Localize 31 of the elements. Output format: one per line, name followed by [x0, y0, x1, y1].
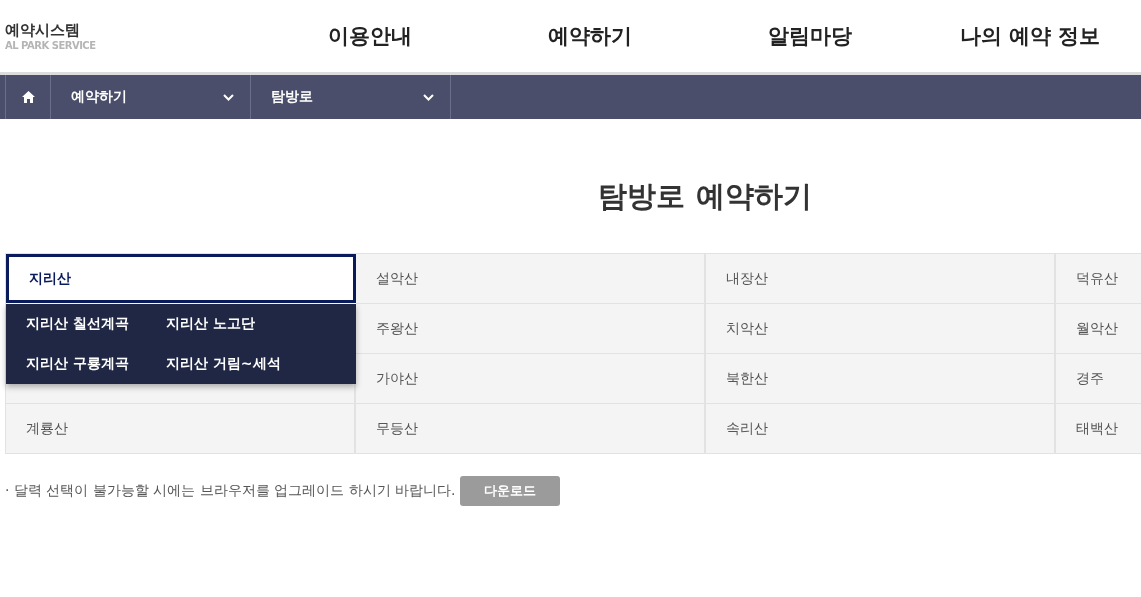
nav-link[interactable]: 알림마당 [700, 22, 920, 50]
breadcrumb-dropdown[interactable]: 탐방로 [251, 75, 451, 119]
notice-text: · 달력 선택이 불가능할 시에는 브라우저를 업그레이드 하시기 바랍니다. [5, 482, 456, 500]
mountain-tab[interactable]: 지리산 [6, 254, 356, 303]
trail-link[interactable]: 지리산 노고단 [166, 315, 346, 333]
mountain-tab[interactable]: 치악산 [706, 304, 1056, 354]
mountain-tab[interactable]: 경주 [1056, 354, 1141, 404]
nav-link[interactable]: 나의 예약 정보 [920, 22, 1140, 50]
home-icon[interactable] [21, 91, 35, 103]
logo-subtitle: AL PARK SERVICE [5, 40, 97, 51]
page-heading: 탐방로 예약하기 [597, 178, 813, 215]
breadcrumb-dropdown[interactable]: 예약하기 [51, 75, 251, 119]
mountain-tab[interactable]: 무등산 [356, 404, 706, 454]
mountain-tab[interactable]: 태백산 [1056, 404, 1141, 454]
logo-title: 예약시스템 [5, 21, 81, 40]
chevron-down-icon [223, 93, 234, 101]
mountain-tab[interactable]: 월악산 [1056, 304, 1141, 354]
mountain-tab[interactable]: 계룡산 [6, 404, 356, 454]
mountain-tab[interactable]: 북한산 [706, 354, 1056, 404]
trail-link[interactable]: 지리산 거림~세석 [166, 355, 346, 373]
chevron-down-icon [423, 93, 434, 101]
mountain-tab[interactable]: 내장산 [706, 254, 1056, 304]
nav-link[interactable]: 예약하기 [480, 22, 700, 50]
mountain-tab[interactable]: 속리산 [706, 404, 1056, 454]
trail-link[interactable]: 지리산 구룡계곡 [26, 355, 166, 373]
mountain-tab[interactable]: 설악산 [356, 254, 706, 304]
mountain-tab[interactable]: 가야산 [356, 354, 706, 404]
trail-link[interactable]: 지리산 칠선계곡 [26, 315, 166, 333]
mountain-tab[interactable]: 덕유산 [1056, 254, 1141, 304]
mountain-tab[interactable]: 주왕산 [356, 304, 706, 354]
nav-link[interactable]: 이용안내 [260, 22, 480, 50]
